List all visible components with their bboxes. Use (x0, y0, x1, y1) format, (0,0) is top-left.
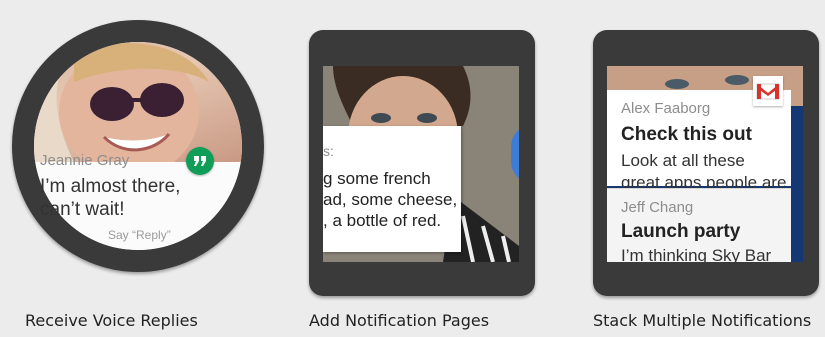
notification-page-card[interactable]: s: g some french ad, some cheese, , a bo… (323, 126, 461, 252)
caption-notification-pages: Add Notification Pages (309, 311, 490, 330)
watch-screen: s: g some french ad, some cheese, , a bo… (323, 66, 519, 262)
square-watch-pages: s: g some french ad, some cheese, , a bo… (309, 30, 535, 296)
hangouts-icon (186, 147, 214, 175)
page-body: g some french ad, some cheese, , a bottl… (323, 169, 458, 230)
sender-name: Jeff Chang (621, 199, 694, 216)
caption-stack-notifications: Stack Multiple Notifications (593, 311, 812, 330)
notification-title: Launch party (621, 221, 741, 242)
contact-photo (34, 42, 242, 177)
watch-screen: Alex Faaborg Check this out Look at all … (607, 66, 803, 262)
caption-voice-replies: Receive Voice Replies (25, 311, 198, 330)
gmail-icon (753, 76, 783, 106)
voice-reply-hint[interactable]: Say “Reply” (108, 228, 171, 242)
sender-name: Jeannie Gray (40, 152, 130, 169)
square-watch-stack: Alex Faaborg Check this out Look at all … (593, 30, 819, 296)
stacked-notification-second[interactable]: Jeff Chang Launch party I’m thinking Sky… (607, 188, 791, 262)
message-text: I’m almost there, can’t wait! (40, 176, 181, 220)
round-watch: Jeannie Gray I’m almost there, can’t wai… (12, 20, 264, 272)
sunglasses-portrait (34, 42, 209, 177)
notification-text: I’m thinking Sky Bar (621, 246, 772, 262)
sender-name: Alex Faaborg (621, 100, 711, 117)
notification-text: Look at all these (621, 151, 745, 170)
notification-title: Check this out (621, 124, 752, 145)
page-indicator (419, 254, 433, 262)
page-label: s: (323, 143, 334, 159)
